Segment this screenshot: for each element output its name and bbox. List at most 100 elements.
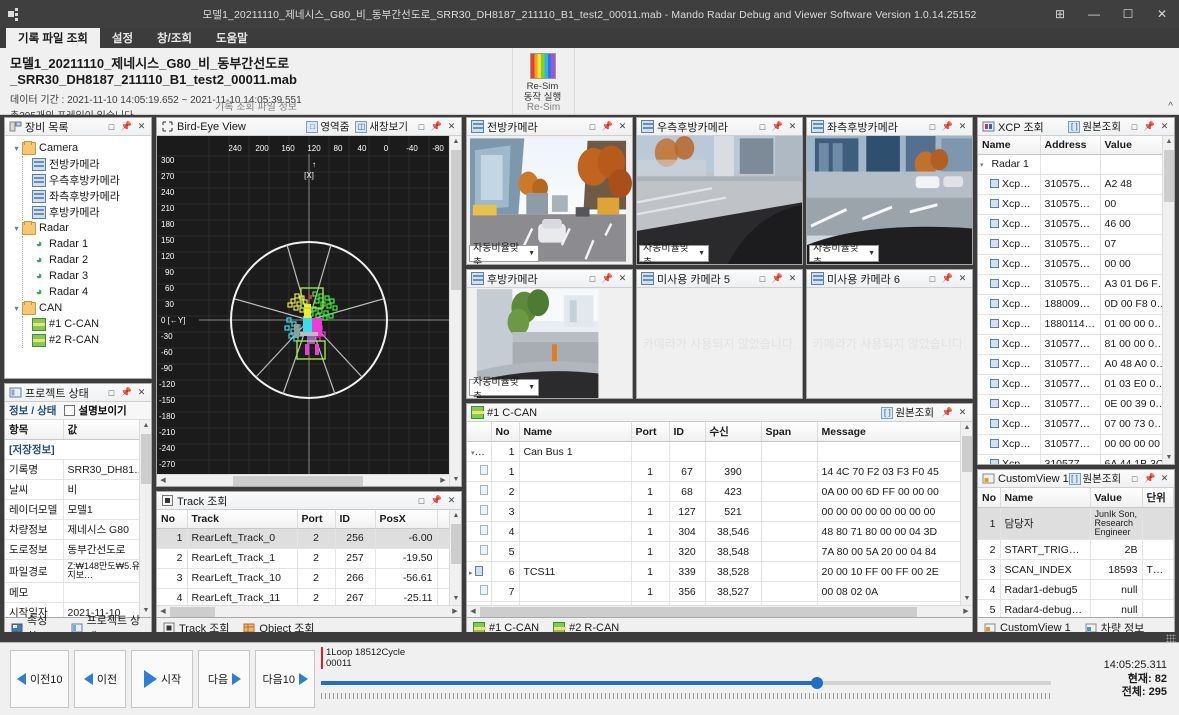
table-row[interactable]: 3 SCAN_INDEX 18593 TOOL bbox=[978, 560, 1174, 580]
bev-vertical-scrollbar[interactable]: ▲ ▼ bbox=[449, 136, 461, 486]
bev-pin-icon[interactable]: 📌 bbox=[429, 119, 444, 134]
camera-unused5-float-icon[interactable]: □ bbox=[755, 271, 770, 286]
camera-rear-pin-icon[interactable]: 📌 bbox=[600, 271, 615, 286]
camera-unused5-close-icon[interactable]: ✕ bbox=[785, 271, 800, 286]
camera-unused5-pin-icon[interactable]: 📌 bbox=[770, 271, 785, 286]
camera-front-pin-icon[interactable]: 📌 bbox=[600, 119, 615, 134]
project-status-close-icon[interactable]: ✕ bbox=[134, 385, 149, 400]
scrollbar-thumb[interactable] bbox=[170, 607, 215, 617]
tree-node-radar-4[interactable]: ◕ Radar 4 bbox=[32, 284, 151, 300]
table-row[interactable]: XcpB… 3105772032 81 00 00 06 00… bbox=[978, 334, 1174, 354]
ribbon-tab-settings[interactable]: 설정 bbox=[100, 28, 145, 48]
scroll-up-icon[interactable]: ▲ bbox=[140, 420, 151, 432]
camera-right-rear-close-icon[interactable]: ✕ bbox=[785, 119, 800, 134]
project-status-pin-icon[interactable]: 📌 bbox=[119, 385, 134, 400]
track-vertical-scrollbar[interactable]: ▲ ▼ bbox=[449, 510, 461, 605]
camera-left-rear-close-icon[interactable]: ✕ bbox=[955, 119, 970, 134]
ribbon-collapse-icon[interactable]: ^ bbox=[1168, 101, 1173, 112]
tree-node-rear-camera[interactable]: 후방카메라 bbox=[32, 204, 151, 220]
tree-node-can[interactable]: ▾ CAN bbox=[11, 300, 151, 316]
camera-left-rear-float-icon[interactable]: □ bbox=[925, 119, 940, 134]
can-pin-icon[interactable]: 📌 bbox=[940, 405, 955, 420]
customview-close-icon[interactable]: ✕ bbox=[1157, 471, 1172, 486]
chevron-down-icon[interactable]: ▼ bbox=[528, 384, 538, 391]
table-row[interactable]: XcpB… 3105751744 00 bbox=[978, 194, 1174, 214]
ribbon-tab-window-view[interactable]: 창/조회 bbox=[145, 28, 204, 48]
camera-rear-scale-combo[interactable]: 자동비율맞춤 ▼ bbox=[469, 379, 539, 396]
customview-pin-icon[interactable]: 📌 bbox=[1142, 471, 1157, 486]
project-status-float-icon[interactable]: □ bbox=[104, 385, 119, 400]
xcp-raw-view-action[interactable]: [ ] 원본조회 bbox=[1068, 119, 1121, 134]
chevron-down-icon[interactable]: ▼ bbox=[528, 250, 538, 257]
camera-unused6-pin-icon[interactable]: 📌 bbox=[940, 271, 955, 286]
scrollbar-thumb[interactable] bbox=[1164, 150, 1174, 202]
bev-area-zoom-action[interactable]: □ 영역줌 bbox=[306, 119, 349, 134]
ribbon-tab-record-file[interactable]: 기록 파일 조회 bbox=[6, 28, 100, 48]
table-row[interactable]: 1 담당자 JunIk Son, Research Engineer bbox=[978, 508, 1174, 540]
table-row[interactable]: XcpB… 1880114824 01 00 00 00 00… bbox=[978, 314, 1174, 334]
camera-front-float-icon[interactable]: □ bbox=[585, 119, 600, 134]
table-row[interactable]: 7 1 356 38,527 00 08 02 0A bbox=[467, 582, 972, 602]
tree-node-radar-2[interactable]: ◕ Radar 2 bbox=[32, 252, 151, 268]
next-button[interactable]: 다음 bbox=[198, 650, 250, 708]
table-row[interactable]: XcpB… 3105775552 00 00 00 00 bbox=[978, 434, 1174, 454]
tree-node-r-can[interactable]: #2 R-CAN bbox=[32, 332, 151, 348]
chevron-right-icon[interactable]: ▸ bbox=[469, 570, 473, 577]
table-row[interactable]: 2 START_TRIGGER 2B bbox=[978, 540, 1174, 560]
can-raw-view-action[interactable]: [ ] 원본조회 bbox=[881, 405, 934, 420]
table-row[interactable]: XcpB… 3105751728 A2 48 bbox=[978, 174, 1174, 194]
customview-raw-view-action[interactable]: [ ] 원본조회 bbox=[1069, 471, 1122, 486]
scroll-down-icon[interactable]: ▼ bbox=[450, 593, 461, 605]
device-list-float-icon[interactable]: □ bbox=[104, 119, 119, 134]
resim-button-label-1[interactable]: Re-Sim bbox=[524, 81, 562, 92]
tree-node-right-rear-camera[interactable]: 우측후방카메라 bbox=[32, 172, 151, 188]
table-row[interactable]: 파일경로 Z:₩148만도₩5.유지보… bbox=[5, 560, 151, 583]
scrollbar-thumb[interactable] bbox=[233, 476, 363, 486]
track-pin-icon[interactable]: 📌 bbox=[429, 493, 444, 508]
scroll-left-icon[interactable]: ◀ bbox=[157, 606, 169, 617]
table-row[interactable]: 5 1 320 38,548 7A 80 00 5A 20 00 04 84 bbox=[467, 542, 972, 562]
scroll-up-icon[interactable]: ▲ bbox=[450, 136, 461, 148]
table-row[interactable]: 2 RearLeft_Track_1 2 257 -19.50 bbox=[157, 548, 461, 568]
bev-canvas-container[interactable]: 240200 160120 8040 0-40 -80 300270 24021… bbox=[157, 136, 461, 486]
table-row[interactable]: 3 RearLeft_Track_10 2 266 -56.61 bbox=[157, 568, 461, 588]
track-float-icon[interactable]: □ bbox=[414, 493, 429, 508]
bev-canvas[interactable]: 240200 160120 8040 0-40 -80 300270 24021… bbox=[157, 136, 461, 486]
track-horizontal-scrollbar[interactable]: ◀ ▶ bbox=[157, 605, 461, 617]
tree-node-front-camera[interactable]: 전방카메라 bbox=[32, 156, 151, 172]
scroll-up-icon[interactable]: ▲ bbox=[961, 422, 972, 434]
device-list-pin-icon[interactable]: 📌 bbox=[119, 119, 134, 134]
camera-right-rear-scale-combo[interactable]: 자동비율맞춤 ▼ bbox=[639, 245, 709, 262]
table-row[interactable]: 메모 bbox=[5, 583, 151, 603]
table-row-group[interactable]: ▾ 1 Can Bus 1 bbox=[467, 442, 972, 462]
table-row[interactable]: XcpB… 3105751984 00 00 bbox=[978, 254, 1174, 274]
chevron-down-icon[interactable]: ▼ bbox=[698, 250, 708, 257]
camera-unused6-float-icon[interactable]: □ bbox=[925, 271, 940, 286]
timeline-knob[interactable] bbox=[811, 677, 823, 689]
camera-rear-close-icon[interactable]: ✕ bbox=[615, 271, 630, 286]
camera-front-close-icon[interactable]: ✕ bbox=[615, 119, 630, 134]
minimize-button[interactable]: — bbox=[1077, 0, 1111, 28]
timeline-track[interactable] bbox=[321, 681, 1051, 685]
prev-button[interactable]: 이전 bbox=[74, 650, 126, 708]
camera-front-scale-combo[interactable]: 자동비율맞춤 ▼ bbox=[469, 245, 539, 262]
tree-node-camera[interactable]: ▾ Camera bbox=[11, 140, 151, 156]
camera-right-rear-float-icon[interactable]: □ bbox=[755, 119, 770, 134]
chevron-down-icon[interactable]: ▾ bbox=[11, 144, 22, 153]
table-row[interactable]: [저장정보] bbox=[5, 440, 151, 460]
scrollbar-thumb[interactable] bbox=[962, 436, 972, 472]
scroll-left-icon[interactable]: ◀ bbox=[157, 475, 169, 486]
can-horizontal-scrollbar[interactable]: ◀ ▶ bbox=[467, 605, 972, 617]
xcp-vertical-scrollbar[interactable]: ▲ ▼ bbox=[1162, 136, 1174, 464]
bev-new-window-action[interactable]: ◫ 새창보기 bbox=[355, 119, 408, 134]
customview-float-icon[interactable]: □ bbox=[1127, 471, 1142, 486]
table-row[interactable]: 차량정보 제네시스 G80 bbox=[5, 520, 151, 540]
next10-button[interactable]: 다음10 bbox=[255, 650, 314, 708]
table-row[interactable]: 1 1 67 390 14 4C 70 F2 03 F3 F0 45 bbox=[467, 462, 972, 482]
bev-float-icon[interactable]: □ bbox=[414, 119, 429, 134]
camera-left-rear-pin-icon[interactable]: 📌 bbox=[940, 119, 955, 134]
can-close-icon[interactable]: ✕ bbox=[955, 405, 970, 420]
chevron-down-icon[interactable]: ▾ bbox=[11, 224, 22, 233]
prev10-button[interactable]: 이전10 bbox=[10, 650, 69, 708]
chevron-down-icon[interactable]: ▾ bbox=[471, 446, 485, 458]
